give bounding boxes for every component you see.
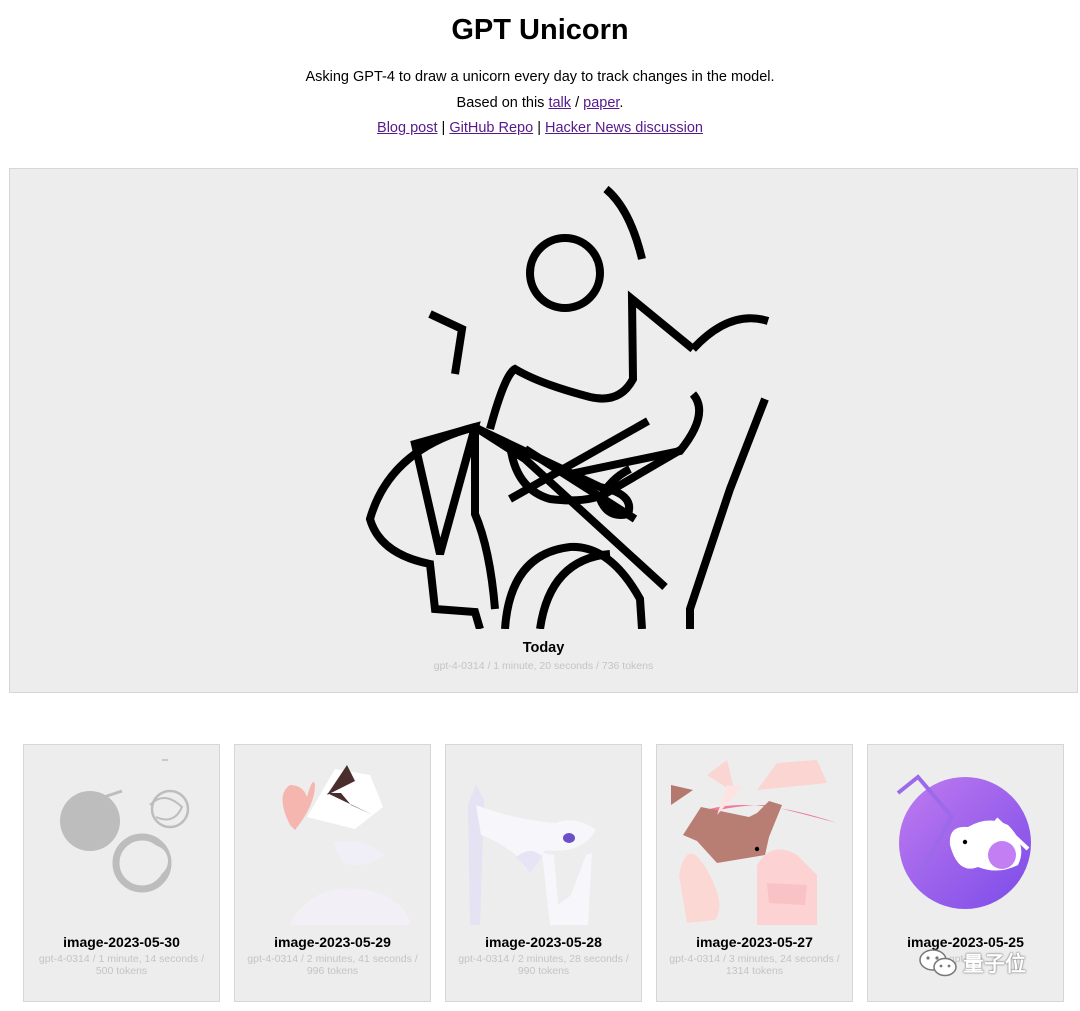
- card-caption: image-2023-05-30 gpt-4-0314 / 1 minute, …: [34, 933, 209, 977]
- wechat-icon: [919, 949, 957, 977]
- history-card[interactable]: image-2023-05-29 gpt-4-0314 / 2 minutes,…: [234, 744, 431, 1002]
- hacker-news-link[interactable]: Hacker News discussion: [545, 120, 703, 136]
- today-title: Today: [522, 640, 565, 656]
- history-card[interactable]: image-2023-05-27 gpt-4-0314 / 3 minutes,…: [656, 744, 853, 1002]
- card-title: image-2023-05-30: [63, 934, 180, 950]
- link-separator: |: [537, 120, 541, 136]
- links-line: Blog post | GitHub Repo | Hacker News di…: [0, 116, 1080, 142]
- blog-post-link[interactable]: Blog post: [377, 120, 437, 136]
- based-on-line: Based on this talk / paper.: [0, 91, 1080, 117]
- history-gallery: image-2023-05-30 gpt-4-0314 / 1 minute, …: [23, 744, 1068, 1004]
- slash-separator: /: [575, 94, 580, 111]
- today-unicorn-panel[interactable]: Today gpt-4-0314 / 1 minute, 20 seconds …: [9, 168, 1078, 693]
- card-title: image-2023-05-29: [274, 934, 391, 950]
- header: GPT Unicorn Asking GPT-4 to draw a unico…: [0, 0, 1080, 142]
- period: .: [619, 94, 624, 111]
- watermark-text: 量子位: [963, 953, 1026, 976]
- link-separator: |: [441, 120, 446, 136]
- card-caption: image-2023-05-29 gpt-4-0314 / 2 minutes,…: [245, 933, 420, 977]
- today-caption: Today gpt-4-0314 / 1 minute, 20 seconds …: [10, 639, 1077, 672]
- page: GPT Unicorn Asking GPT-4 to draw a unico…: [0, 0, 1080, 1011]
- card-caption: image-2023-05-27 gpt-4-0314 / 3 minutes,…: [667, 933, 842, 977]
- card-meta: gpt-4-0314 / 2 minutes, 41 seconds / 996…: [247, 953, 418, 977]
- card-meta: gpt-4-0314 / 2 minutes, 28 seconds / 990…: [458, 953, 629, 977]
- paper-link[interactable]: paper: [583, 95, 619, 111]
- page-title: GPT Unicorn: [451, 14, 629, 46]
- card-meta: gpt-4-0314 / 3 minutes, 24 seconds / 131…: [669, 953, 840, 977]
- card-title: image-2023-05-27: [696, 934, 813, 950]
- today-meta: gpt-4-0314 / 1 minute, 20 seconds / 736 …: [433, 660, 654, 672]
- history-card[interactable]: image-2023-05-28 gpt-4-0314 / 2 minutes,…: [445, 744, 642, 1002]
- history-card[interactable]: image-2023-05-30 gpt-4-0314 / 1 minute, …: [23, 744, 220, 1002]
- github-repo-link[interactable]: GitHub Repo: [449, 120, 533, 136]
- today-unicorn-drawing: [365, 185, 770, 629]
- talk-link[interactable]: talk: [548, 95, 571, 111]
- card-meta: gpt-4-0314 / 1 minute, 14 seconds / 500 …: [38, 953, 205, 977]
- based-on-text: Based on this: [456, 94, 545, 111]
- card-caption: image-2023-05-28 gpt-4-0314 / 2 minutes,…: [456, 933, 631, 977]
- description: Asking GPT-4 to draw a unicorn every day…: [305, 69, 775, 85]
- watermark: 量子位: [918, 944, 1026, 982]
- card-title: image-2023-05-28: [485, 934, 602, 950]
